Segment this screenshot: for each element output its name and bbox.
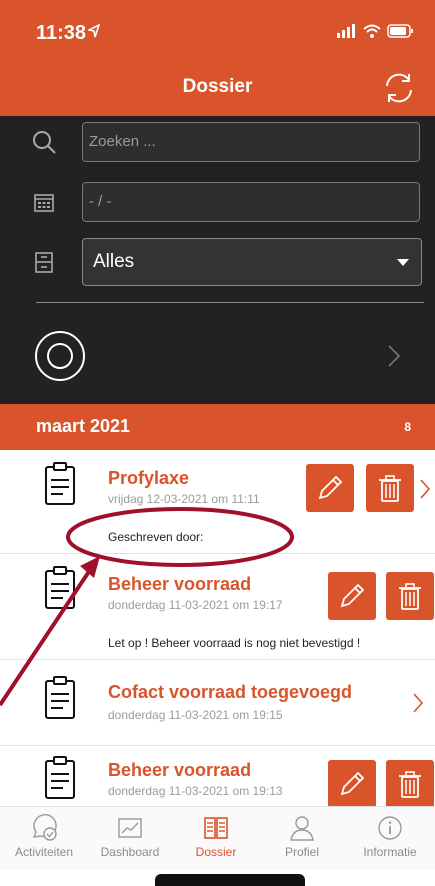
clipboard-icon [44, 756, 76, 800]
tab-label: Profiel [284, 845, 319, 859]
tab-activiteiten[interactable]: Activiteiten [2, 813, 86, 859]
list-item[interactable]: Beheer voorraad donderdag 11-03-2021 om … [0, 554, 435, 660]
tab-dashboard[interactable]: Dashboard [88, 813, 172, 859]
entry-date: vrijdag 12-03-2021 om 11:11 [108, 492, 260, 506]
cabinet-icon [30, 248, 58, 276]
tab-label: Dossier [195, 845, 237, 859]
target-icon [35, 331, 85, 381]
status-time: 11:38 [36, 22, 87, 44]
page-title: Dossier [182, 76, 253, 97]
tab-informatie[interactable]: Informatie [348, 813, 432, 859]
tab-dossier[interactable]: Dossier [174, 813, 258, 859]
chart-icon [118, 818, 142, 838]
entry-title: Beheer voorraad [108, 760, 252, 780]
signal-icon [337, 24, 357, 43]
chevron-right-icon[interactable] [419, 478, 431, 500]
wifi-icon [363, 24, 381, 43]
caret-down-icon [397, 259, 409, 266]
dossier-list: Profylaxe vrijdag 12-03-2021 om 11:11 Ge… [0, 450, 435, 806]
tab-bar: Activiteiten Dashboard Dossier Profiel I… [0, 806, 435, 870]
refresh-button[interactable] [379, 68, 419, 108]
chevron-right-icon[interactable] [412, 692, 424, 714]
trash-icon [399, 771, 421, 798]
list-item[interactable]: Profylaxe vrijdag 12-03-2021 om 11:11 Ge… [0, 450, 435, 554]
clipboard-icon [44, 566, 76, 610]
entry-date: donderdag 11-03-2021 om 19:13 [108, 784, 283, 798]
clipboard-icon [44, 462, 76, 506]
delete-button[interactable] [366, 464, 414, 512]
pencil-icon [340, 771, 365, 796]
pencil-icon [340, 583, 365, 608]
entry-note: Geschreven door: [108, 530, 204, 544]
tab-profiel[interactable]: Profiel [260, 813, 344, 859]
edit-button[interactable] [328, 760, 376, 806]
info-icon [378, 816, 402, 840]
trash-icon [399, 583, 421, 610]
filter-panel: Zoeken ... - / - Alles [0, 116, 435, 404]
trash-icon [379, 475, 401, 502]
month-section-header: maart 2021 8 [0, 404, 435, 450]
status-bar: 11:38 [0, 0, 435, 60]
tab-label: Informatie [363, 845, 417, 859]
tab-label: Dashboard [100, 845, 160, 859]
date-row: - / - [0, 180, 435, 224]
book-icon [204, 817, 228, 839]
entry-date: donderdag 11-03-2021 om 19:17 [108, 598, 283, 612]
date-input[interactable]: - / - [82, 182, 420, 222]
battery-icon [387, 24, 415, 43]
category-selected-value: Alles [93, 251, 135, 272]
section-title: maart 2021 [36, 416, 131, 436]
activity-chat-icon [32, 814, 57, 841]
nav-bar: Dossier [0, 60, 435, 116]
category-select[interactable]: Alles [82, 238, 422, 286]
pencil-icon [318, 475, 343, 500]
clipboard-icon [44, 676, 76, 720]
scan-button[interactable] [34, 330, 86, 382]
refresh-icon [386, 73, 412, 103]
entry-title: Profylaxe [108, 468, 190, 488]
entry-date: donderdag 11-03-2021 om 19:15 [108, 708, 283, 722]
delete-button[interactable] [386, 760, 434, 806]
entry-note: Let op ! Beheer voorraad is nog niet bev… [108, 636, 361, 650]
person-icon [290, 816, 314, 841]
home-indicator [155, 874, 305, 886]
list-item[interactable]: Cofact voorraad toegevoegd donderdag 11-… [0, 660, 435, 746]
entry-title: Cofact voorraad toegevoegd [108, 682, 353, 702]
calendar-icon [30, 188, 58, 216]
entry-title: Beheer voorraad [108, 574, 252, 594]
edit-button[interactable] [328, 572, 376, 620]
category-row: Alles [0, 238, 435, 286]
search-row: Zoeken ... [0, 120, 435, 164]
tab-label: Activiteiten [14, 845, 74, 859]
chevron-right-icon[interactable] [387, 344, 401, 368]
edit-button[interactable] [306, 464, 354, 512]
location-arrow-icon [86, 23, 101, 43]
divider [36, 302, 424, 303]
delete-button[interactable] [386, 572, 434, 620]
search-icon [30, 128, 58, 156]
list-item[interactable]: Beheer voorraad donderdag 11-03-2021 om … [0, 746, 435, 806]
search-input[interactable]: Zoeken ... [82, 122, 420, 162]
section-count-badge: 8 [404, 420, 411, 434]
